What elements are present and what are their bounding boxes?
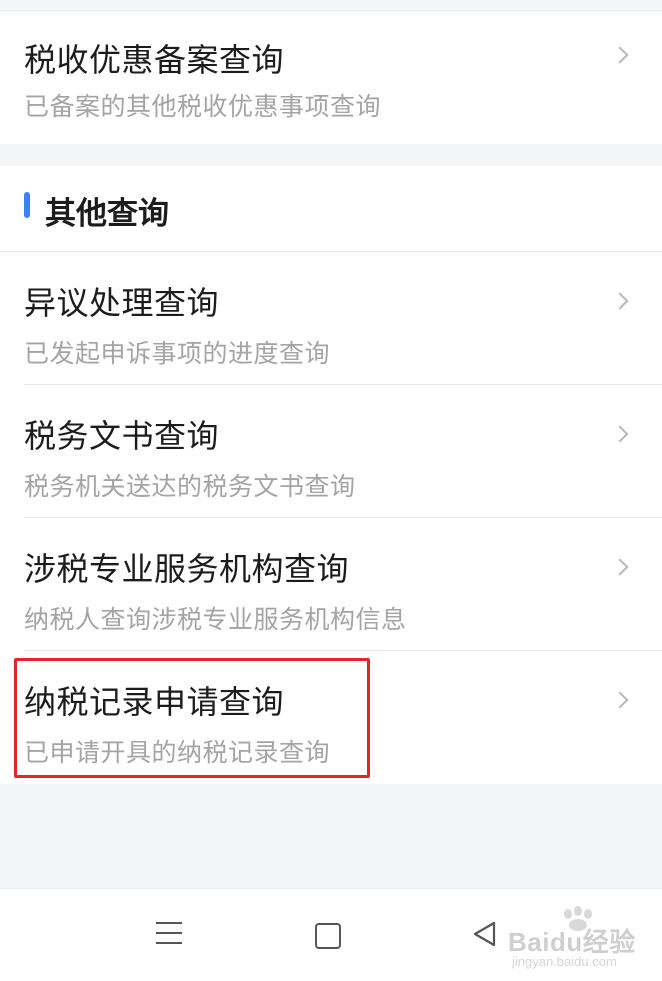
list-item-tax-preference-filing[interactable]: 税收优惠备案查询 已备案的其他税收优惠事项查询 xyxy=(0,11,662,144)
list-item-title: 税收优惠备案查询 xyxy=(24,41,285,79)
section-accent-bar xyxy=(24,192,30,218)
list-item-subtitle: 已备案的其他税收优惠事项查询 xyxy=(24,92,382,121)
list-item-subtitle: 税务机关送达的税务文书查询 xyxy=(24,472,356,501)
top-list-section: 税收优惠备案查询 已备案的其他税收优惠事项查询 xyxy=(0,11,662,144)
back-icon[interactable] xyxy=(470,919,500,949)
chevron-right-icon xyxy=(611,558,629,576)
chevron-right-icon xyxy=(611,691,629,709)
chevron-right-icon xyxy=(611,425,629,443)
chevron-right-icon xyxy=(611,46,629,64)
list-item-title: 税务文书查询 xyxy=(24,417,220,455)
list-item-subtitle: 已申请开具的纳税记录查询 xyxy=(24,738,331,767)
list-item-tax-service-agency[interactable]: 涉税专业服务机构查询 纳税人查询涉税专业服务机构信息 xyxy=(0,518,662,651)
section-title: 其他查询 xyxy=(45,196,169,232)
list-item-tax-record-application[interactable]: 纳税记录申请查询 已申请开具的纳税记录查询 xyxy=(0,651,662,784)
home-icon[interactable] xyxy=(315,923,341,949)
list-item-title: 纳税记录申请查询 xyxy=(24,683,285,721)
baidu-watermark: Baidu经验 jingyan.baidu.com xyxy=(508,906,658,974)
list-item-objection-handling[interactable]: 异议处理查询 已发起申诉事项的进度查询 xyxy=(0,252,662,385)
section-header: 其他查询 xyxy=(0,166,662,252)
watermark-url: jingyan.baidu.com xyxy=(512,954,617,969)
list-item-tax-documents[interactable]: 税务文书查询 税务机关送达的税务文书查询 xyxy=(0,385,662,518)
list-item-title: 异议处理查询 xyxy=(24,284,220,322)
other-queries-section: 其他查询 异议处理查询 已发起申诉事项的进度查询 税务文书查询 税务机关送达的税… xyxy=(0,166,662,784)
list-item-subtitle: 已发起申诉事项的进度查询 xyxy=(24,339,331,368)
list-item-subtitle: 纳税人查询涉税专业服务机构信息 xyxy=(24,605,407,634)
list-item-title: 涉税专业服务机构查询 xyxy=(24,550,350,588)
menu-icon[interactable] xyxy=(156,922,182,948)
chevron-right-icon xyxy=(611,292,629,310)
